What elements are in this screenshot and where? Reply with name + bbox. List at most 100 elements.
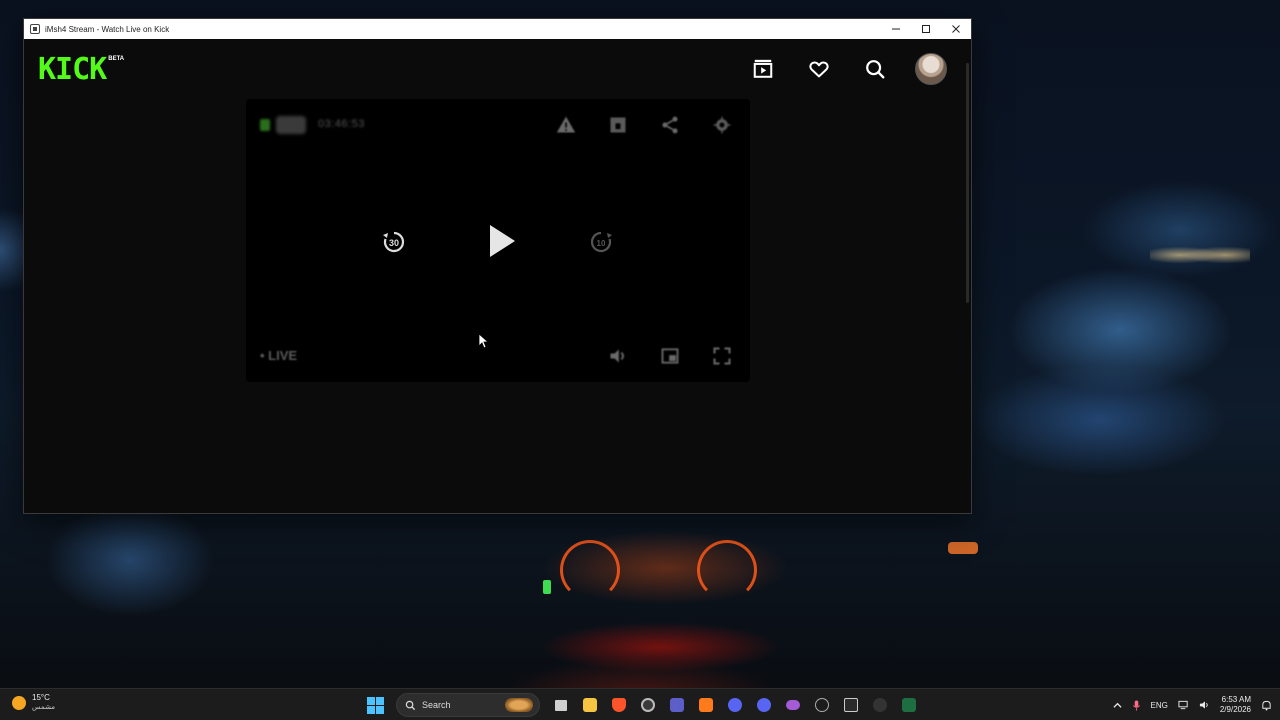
search-highlight-icon — [505, 698, 533, 712]
maximize-button[interactable] — [911, 19, 941, 39]
notification-bell-icon — [1262, 700, 1271, 711]
live-label: LIVE — [268, 348, 298, 363]
app-a-button[interactable] — [691, 693, 720, 717]
network-icon — [1178, 700, 1188, 710]
share-button[interactable] — [658, 113, 682, 137]
task-view-button[interactable] — [546, 693, 575, 717]
settings-button[interactable] — [710, 113, 734, 137]
windows-taskbar: 15°C مشمس Search ENG 6:53 AM 2/9/2026 — [0, 688, 1280, 720]
browser-window: iMsh4 Stream - Watch Live on Kick KICK B… — [23, 18, 972, 514]
wallpaper-gauge-left — [560, 540, 620, 600]
maximize-icon — [922, 25, 930, 33]
player-center-controls: 30 10 — [246, 223, 750, 259]
fullscreen-button[interactable] — [710, 344, 734, 368]
rewind-button[interactable]: 30 — [381, 229, 407, 255]
fullscreen-icon — [713, 347, 731, 365]
search-icon — [866, 60, 885, 79]
discord-icon — [727, 698, 742, 712]
brave-icon — [611, 698, 626, 712]
wallpaper-red-glow — [540, 622, 780, 672]
volume-button[interactable] — [606, 344, 630, 368]
language-indicator[interactable]: ENG — [1151, 701, 1168, 710]
task-view-icon — [554, 699, 567, 711]
beta-badge: BETA — [108, 56, 125, 62]
window-titlebar[interactable]: iMsh4 Stream - Watch Live on Kick — [24, 19, 971, 39]
start-button[interactable] — [364, 694, 386, 716]
following-icon — [753, 59, 773, 78]
wallpaper-car-lights — [1150, 240, 1250, 270]
wallpaper-green-light — [543, 580, 551, 594]
live-badge[interactable]: • LIVE — [260, 348, 297, 363]
discord-2-button[interactable] — [749, 693, 778, 717]
play-button[interactable] — [484, 223, 518, 259]
header-nav — [723, 53, 947, 85]
weather-text: 15°C مشمس — [32, 693, 55, 713]
close-button[interactable] — [941, 19, 971, 39]
file-explorer-button[interactable] — [575, 693, 604, 717]
warning-icon — [556, 116, 576, 133]
teams-button[interactable] — [662, 693, 691, 717]
forward-button[interactable]: 10 — [588, 229, 614, 255]
volume-icon — [610, 349, 624, 363]
weather-widget[interactable]: 15°C مشمس — [12, 693, 55, 713]
chevron-up-icon — [1112, 702, 1122, 708]
user-avatar[interactable] — [915, 53, 947, 85]
mouse-cursor-icon — [478, 333, 490, 349]
report-button[interactable] — [554, 113, 578, 137]
player-bottom-icons — [578, 344, 734, 368]
windows-logo-icon — [366, 696, 375, 705]
play-icon — [490, 225, 515, 257]
live-indicator-icon — [260, 119, 270, 131]
minimize-button[interactable] — [881, 19, 911, 39]
network-button[interactable] — [1178, 700, 1189, 710]
app-dark-button[interactable] — [865, 693, 894, 717]
dark-app-icon — [872, 698, 887, 712]
system-tray: ENG 6:53 AM 2/9/2026 — [1103, 689, 1272, 720]
windows-logo-tile — [375, 705, 384, 714]
kick-logo[interactable]: KICK BETA — [38, 55, 124, 85]
video-player[interactable]: 03:46:53 30 10 • LIVE — [246, 99, 750, 382]
favorites-button[interactable] — [803, 53, 835, 85]
atom-icon — [814, 698, 829, 712]
excel-button[interactable] — [894, 693, 923, 717]
app-window-icon — [30, 24, 40, 34]
terminal-button[interactable] — [836, 693, 865, 717]
volume-tray-button[interactable] — [1199, 700, 1210, 710]
window-title: iMsh4 Stream - Watch Live on Kick — [45, 24, 170, 34]
clip-button[interactable] — [606, 113, 630, 137]
rewind-label: 30 — [389, 238, 399, 248]
brave-button[interactable] — [604, 693, 633, 717]
weather-condition: مشمس — [32, 704, 55, 711]
chrome-button[interactable] — [633, 693, 662, 717]
settings-icon — [712, 115, 732, 135]
search-icon — [405, 700, 416, 710]
game-controller-button[interactable] — [778, 693, 807, 717]
taskbar-search[interactable]: Search — [396, 693, 540, 717]
search-label: Search — [422, 700, 451, 710]
sunny-icon — [12, 696, 26, 710]
chrome-icon — [640, 698, 655, 712]
taskbar-clock[interactable]: 6:53 AM 2/9/2026 — [1220, 695, 1251, 715]
pip-button[interactable] — [658, 344, 682, 368]
following-button[interactable] — [747, 53, 779, 85]
search-button[interactable] — [859, 53, 891, 85]
discord-button[interactable] — [720, 693, 749, 717]
notifications-button[interactable] — [1261, 700, 1272, 711]
pip-icon — [661, 348, 679, 364]
windows-logo-tile — [366, 705, 375, 714]
kick-logo-text: KICK — [38, 52, 107, 87]
microphone-button[interactable] — [1132, 700, 1141, 711]
weather-temp: 15°C — [32, 693, 50, 702]
stream-uptime: 03:46:53 — [318, 118, 365, 130]
page-content: KICK BETA 03:46:53 30 10 • LIVE — [24, 39, 971, 513]
folder-icon — [582, 698, 597, 712]
terminal-icon — [843, 698, 858, 712]
teams-icon — [669, 698, 684, 712]
heart-icon — [809, 61, 829, 78]
tray-overflow-button[interactable] — [1112, 701, 1122, 710]
a-logo-icon — [698, 698, 713, 712]
taskbar-apps: Search — [364, 693, 923, 717]
page-scrollbar[interactable] — [966, 63, 969, 303]
minimize-icon — [892, 28, 900, 30]
react-app-button[interactable] — [807, 693, 836, 717]
